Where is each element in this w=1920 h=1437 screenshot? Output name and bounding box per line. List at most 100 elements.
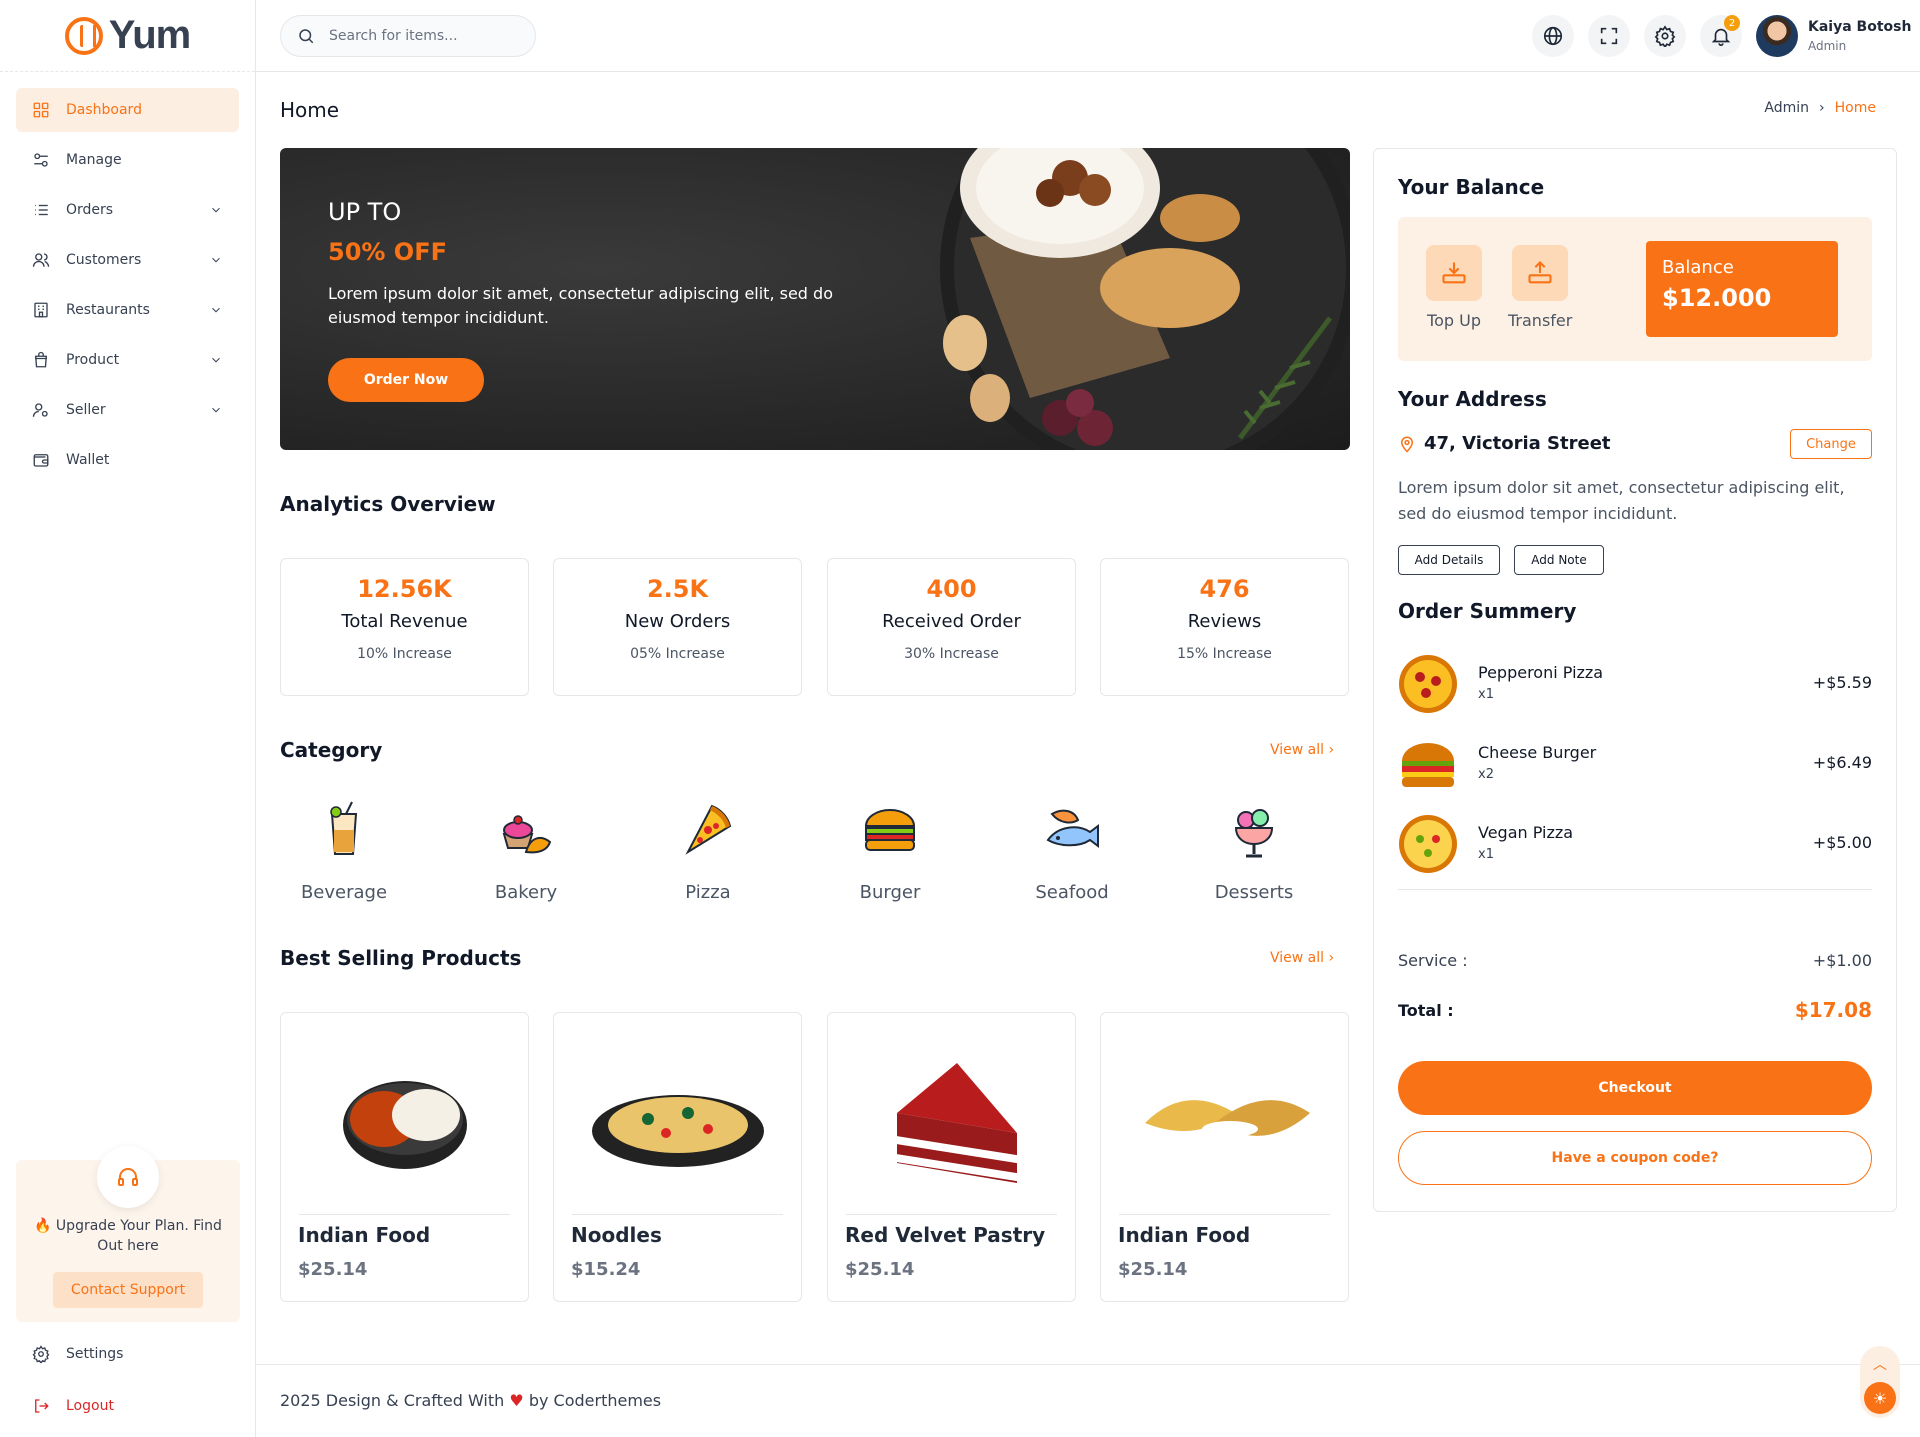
chevron-down-icon xyxy=(212,357,220,363)
footer-text-before: 2025 Design & Crafted With xyxy=(280,1391,505,1410)
category-view-all-link[interactable]: View all › xyxy=(1270,742,1334,758)
sidebar-item-wallet[interactable]: Wallet xyxy=(16,438,239,482)
sidebar-item-settings[interactable]: Settings xyxy=(16,1332,240,1376)
sidebar-item-label: Manage xyxy=(66,152,122,168)
top-up-button[interactable]: Top Up xyxy=(1426,245,1482,330)
cheese-burger-image xyxy=(1402,743,1454,787)
chevron-right-icon: › xyxy=(1819,100,1825,116)
sidebar-item-manage[interactable]: Manage xyxy=(16,138,239,182)
add-note-button[interactable]: Add Note xyxy=(1514,545,1604,575)
product-name: Red Velvet Pastry xyxy=(845,1223,1046,1247)
footer: 2025 Design & Crafted With ♥ by Coderthe… xyxy=(256,1364,1920,1437)
transfer-button[interactable]: Transfer xyxy=(1508,245,1572,330)
settings-label: Settings xyxy=(66,1346,124,1362)
download-icon xyxy=(1426,245,1482,301)
stat-label: Reviews xyxy=(1187,611,1262,632)
sidebar-item-dashboard[interactable]: Dashboard xyxy=(16,88,239,132)
checkout-button[interactable]: Checkout xyxy=(1398,1061,1872,1115)
product-price: $25.14 xyxy=(845,1259,915,1280)
product-card[interactable]: Noodles $15.24 xyxy=(553,1012,802,1302)
promo-discount: 50% OFF xyxy=(328,238,447,266)
search-placeholder: Search for items... xyxy=(329,28,458,44)
order-item-name: Cheese Burger xyxy=(1478,743,1597,762)
product-image xyxy=(572,1031,783,1215)
burger-icon xyxy=(864,809,916,851)
beverage-icon xyxy=(330,801,358,855)
settings-button[interactable] xyxy=(1644,15,1686,57)
chevron-down-icon xyxy=(212,407,220,413)
product-card[interactable]: Red Velvet Pastry $25.14 xyxy=(827,1012,1076,1302)
users-icon xyxy=(32,253,50,267)
chevron-down-icon xyxy=(212,307,220,313)
category-item-desserts[interactable]: Desserts xyxy=(1184,800,1324,903)
breadcrumb-admin[interactable]: Admin xyxy=(1764,100,1809,116)
search-icon xyxy=(299,29,314,44)
category-label: Desserts xyxy=(1214,882,1294,903)
category-item-seafood[interactable]: Seafood xyxy=(1002,800,1142,903)
bag-icon xyxy=(35,351,47,368)
promo-banner: UP TO 50% OFF Lorem ipsum dolor sit amet… xyxy=(280,148,1350,450)
balance-label: Balance xyxy=(1662,257,1734,278)
best-selling-view-all-link[interactable]: View all › xyxy=(1270,950,1334,966)
add-details-button[interactable]: Add Details xyxy=(1398,545,1500,575)
product-image xyxy=(299,1031,510,1215)
list-icon xyxy=(35,204,48,216)
category-item-pizza[interactable]: Pizza xyxy=(638,800,778,903)
notifications-button[interactable]: 2 xyxy=(1700,15,1742,57)
logout-label: Logout xyxy=(66,1398,114,1414)
balance-card: Balance $12.000 xyxy=(1646,241,1838,337)
product-price: $25.14 xyxy=(298,1259,368,1280)
sidebar-item-restaurants[interactable]: Restaurants xyxy=(16,288,239,332)
sidebar-item-logout[interactable]: Logout xyxy=(16,1384,240,1428)
footer-text-after: by Coderthemes xyxy=(528,1391,662,1410)
sidebar-item-orders[interactable]: Orders xyxy=(16,188,239,232)
sidebar-item-customers[interactable]: Customers xyxy=(16,238,239,282)
theme-toggle-icon[interactable]: ☀ xyxy=(1864,1382,1896,1414)
sidebar-nav: Dashboard Manage Orders Customers Restau… xyxy=(0,72,255,482)
divider xyxy=(1398,889,1872,890)
stat-sub: 30% Increase xyxy=(904,646,999,662)
stat-card: 2.5K New Orders 05% Increase xyxy=(553,558,802,696)
balance-title: Your Balance xyxy=(1398,175,1545,199)
user-menu[interactable]: Kaiya Botosh Admin xyxy=(1756,15,1911,57)
product-card[interactable]: Indian Food $25.14 xyxy=(280,1012,529,1302)
stat-card: 476 Reviews 15% Increase xyxy=(1100,558,1349,696)
product-image xyxy=(1119,1031,1330,1215)
breadcrumb: Admin › Home xyxy=(1676,100,1876,116)
logout-icon xyxy=(35,1399,49,1413)
contact-support-button[interactable]: Contact Support xyxy=(53,1272,203,1308)
product-card[interactable]: Indian Food $25.14 xyxy=(1100,1012,1349,1302)
coupon-button[interactable]: Have a coupon code? xyxy=(1398,1131,1872,1185)
sidebar-item-seller[interactable]: Seller xyxy=(16,388,239,432)
stat-label: New Orders xyxy=(624,611,731,632)
category-item-bakery[interactable]: Bakery xyxy=(456,800,596,903)
brand-logo[interactable]: Yum xyxy=(0,0,255,72)
logo-icon xyxy=(64,16,103,55)
right-panel: Your Balance Top Up Transfer Balance $12… xyxy=(1373,148,1897,1212)
pepperoni-pizza-image xyxy=(1399,655,1457,713)
notification-badge: 2 xyxy=(1724,15,1740,31)
stat-value: 12.56K xyxy=(357,575,452,603)
upload-icon xyxy=(1512,245,1569,301)
category-item-beverage[interactable]: Beverage xyxy=(274,800,414,903)
sidebar-item-product[interactable]: Product xyxy=(16,338,239,382)
service-value: +$1.00 xyxy=(1812,951,1872,970)
chevron-down-icon xyxy=(212,207,220,213)
chevron-up-icon: ︿ xyxy=(1873,1357,1887,1373)
scroll-top-button[interactable]: ︿ ☀ xyxy=(1860,1346,1900,1418)
gear-icon xyxy=(32,1345,50,1363)
language-button[interactable] xyxy=(1532,15,1574,57)
order-item-price: +$6.49 xyxy=(1812,753,1872,772)
order-item-price: +$5.00 xyxy=(1812,833,1872,852)
brand-name: Yum xyxy=(108,13,191,57)
order-item: Cheese Burger x2 +$6.49 xyxy=(1398,733,1872,795)
category-item-burger[interactable]: Burger xyxy=(820,800,960,903)
change-address-button[interactable]: Change xyxy=(1790,429,1872,459)
search-input[interactable]: Search for items... xyxy=(280,15,536,57)
stat-label: Total Revenue xyxy=(341,611,468,632)
total-row: Total : $17.08 xyxy=(1398,998,1872,1022)
order-now-button[interactable]: Order Now xyxy=(328,358,484,402)
wallet-icon xyxy=(33,454,49,467)
fullscreen-button[interactable] xyxy=(1588,15,1630,57)
user-name: Kaiya Botosh xyxy=(1808,19,1912,35)
